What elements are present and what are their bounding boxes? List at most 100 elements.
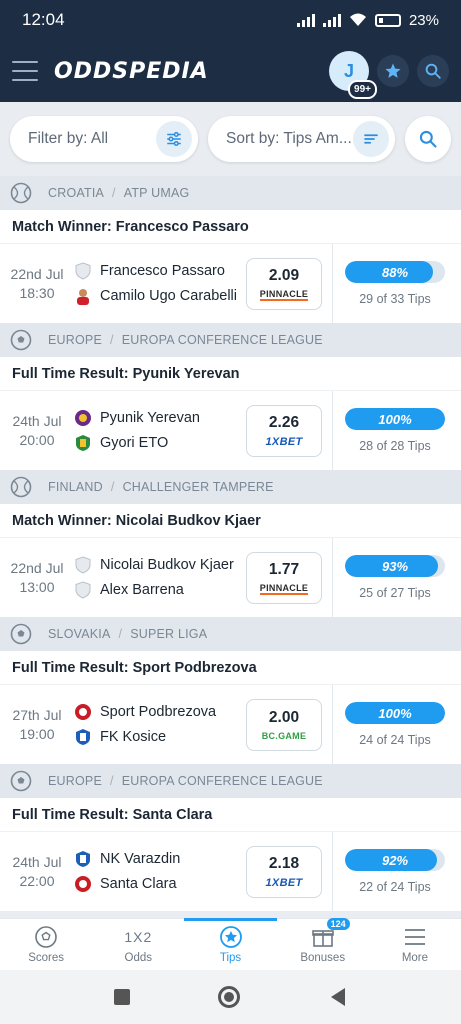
menu-icon[interactable] <box>12 61 38 81</box>
back-button[interactable] <box>329 987 347 1007</box>
match-row[interactable]: 27th Jul 19:00 Sport Podbrezova FK Kosice 2.… <box>0 685 461 764</box>
signal-icon-2 <box>322 13 341 27</box>
nav-item-bonuses[interactable]: 124 Bonuses <box>277 917 369 970</box>
tip-card: EUROPE / EUROPA CONFERENCE LEAGUE Full Time… <box>0 323 461 470</box>
divider <box>332 244 333 323</box>
team-crest-icon <box>74 728 92 746</box>
match-time: 22:00 <box>19 872 55 889</box>
status-bar: 12:04 23% <box>0 0 461 40</box>
tip-stats: 100% 28 of 28 Tips <box>345 408 445 453</box>
league-header[interactable]: EUROPE / EUROPA CONFERENCE LEAGUE <box>0 323 461 357</box>
app-logo[interactable]: ODDSPEDIA <box>54 59 209 84</box>
odds-glyph: 1X2 <box>124 928 153 945</box>
search-button[interactable] <box>417 55 449 87</box>
match-row[interactable]: 22nd Jul 18:30 Francesco Passaro Camilo Ugo… <box>0 244 461 323</box>
tip-stats: 93% 25 of 27 Tips <box>345 555 445 600</box>
nav-item-odds[interactable]: 1X2 Odds <box>92 919 184 970</box>
match-row[interactable]: 24th Jul 20:00 Pyunik Yerevan Gyori ETO 2.26… <box>0 391 461 470</box>
team-crest-icon <box>74 850 92 868</box>
match-row[interactable]: 22nd Jul 13:00 Nicolai Budkov Kjaer Alex Ba… <box>0 538 461 617</box>
home-button[interactable] <box>218 986 241 1008</box>
match-date: 24th Jul <box>12 853 62 870</box>
teams: Francesco Passaro Camilo Ugo Carabelli <box>74 262 246 305</box>
away-team: Camilo Ugo Carabelli <box>74 287 246 305</box>
home-team: Sport Podbrezova <box>74 703 246 721</box>
nav-item-scores[interactable]: Scores <box>0 919 92 970</box>
nav-label: Scores <box>28 951 64 964</box>
sort-dropdown[interactable]: Sort by: Tips Am... <box>208 116 395 162</box>
league-name: EUROPA CONFERENCE LEAGUE <box>121 333 323 347</box>
sort-icon[interactable] <box>353 121 389 157</box>
odds-button[interactable]: 2.18 1XBET <box>246 845 322 898</box>
match-datetime: 22nd Jul 13:00 <box>0 559 74 597</box>
bookmaker-logo: PINNACLE <box>259 288 309 301</box>
match-datetime: 24th Jul 20:00 <box>0 412 74 450</box>
odds-value: 1.77 <box>268 560 300 578</box>
odds-button[interactable]: 2.09 PINNACLE <box>246 257 322 310</box>
system-navigation <box>0 970 461 1024</box>
soccer-ball-icon <box>10 329 32 351</box>
tip-card: EUROPE / EUROPA CONFERENCE LEAGUE Full Time… <box>0 764 461 911</box>
avatar[interactable]: J 99+ <box>329 51 377 99</box>
breadcrumb-separator: / <box>110 333 114 347</box>
league-name: ATP UMAG <box>123 186 190 200</box>
signal-icon <box>296 13 315 27</box>
recents-button[interactable] <box>114 989 131 1005</box>
away-team-name: FK Kosice <box>100 729 167 745</box>
nav-label: More <box>401 951 429 964</box>
league-country: SLOVAKIA <box>48 627 111 641</box>
league-header[interactable]: FINLAND / CHALLENGER TAMPERE <box>0 470 461 504</box>
divider <box>332 832 333 911</box>
market-title[interactable]: Match Winner: Nicolai Budkov Kjaer <box>0 504 461 538</box>
search-icon <box>419 130 437 148</box>
league-country: FINLAND <box>48 480 103 494</box>
tips-count: 25 of 27 Tips <box>359 586 431 600</box>
nav-item-tips[interactable]: Tips <box>184 918 277 970</box>
league-country: CROATIA <box>48 186 105 200</box>
market-title[interactable]: Full Time Result: Pyunik Yerevan <box>0 357 461 391</box>
odds-button[interactable]: 1.77 PINNACLE <box>246 551 322 604</box>
team-crest-icon <box>74 287 92 305</box>
sort-label: Sort by: Tips Am... <box>226 130 352 147</box>
away-team: Santa Clara <box>74 875 246 893</box>
battery-percent: 23% <box>408 11 439 29</box>
odds-button[interactable]: 2.26 1XBET <box>246 404 322 457</box>
teams: Nicolai Budkov Kjaer Alex Barrena <box>74 556 246 599</box>
odds-button[interactable]: 2.00 BC.GAME <box>246 698 322 751</box>
league-header[interactable]: CROATIA / ATP UMAG <box>0 176 461 210</box>
favorites-button[interactable] <box>377 55 409 87</box>
league-header[interactable]: EUROPE / EUROPA CONFERENCE LEAGUE <box>0 764 461 798</box>
divider <box>332 538 333 617</box>
tips-feed: CROATIA / ATP UMAG Match Winner: Francesco … <box>0 176 461 911</box>
nav-item-more[interactable]: More <box>369 919 461 970</box>
odds-icon: 1X2 <box>124 926 153 948</box>
tip-percentage-label: 100% <box>378 411 412 427</box>
menu-icon <box>402 926 428 948</box>
status-icons: 23% <box>296 11 439 29</box>
soccer-ball-icon <box>10 623 32 645</box>
league-header[interactable]: SLOVAKIA / SUPER LIGA <box>0 617 461 651</box>
home-team: Nicolai Budkov Kjaer <box>74 556 246 574</box>
league-name: CHALLENGER TAMPERE <box>122 480 274 494</box>
filter-bar: Filter by: All Sort by: Tips Am... <box>0 102 461 176</box>
match-date: 24th Jul <box>12 412 62 429</box>
status-time: 12:04 <box>22 10 65 29</box>
tip-percentage-label: 88% <box>381 264 409 280</box>
league-name: SUPER LIGA <box>130 627 208 641</box>
market-title[interactable]: Full Time Result: Santa Clara <box>0 798 461 832</box>
team-crest-icon <box>74 262 92 280</box>
market-title[interactable]: Full Time Result: Sport Podbrezova <box>0 651 461 685</box>
filter-search-button[interactable] <box>405 116 451 162</box>
filter-dropdown[interactable]: Filter by: All <box>10 116 198 162</box>
bookmaker-logo: PINNACLE <box>259 582 309 595</box>
nav-label: Odds <box>124 951 153 964</box>
tip-card: SLOVAKIA / SUPER LIGA Full Time Result: Spo… <box>0 617 461 764</box>
sliders-icon[interactable] <box>156 121 192 157</box>
bookmaker-logo: 1XBET <box>265 876 303 889</box>
match-row[interactable]: 24th Jul 22:00 NK Varazdin Santa Clara 2.18 1… <box>0 832 461 911</box>
home-team: NK Varazdin <box>74 850 246 868</box>
divider <box>332 391 333 470</box>
market-title[interactable]: Match Winner: Francesco Passaro <box>0 210 461 244</box>
tip-stats: 88% 29 of 33 Tips <box>345 261 445 306</box>
tip-percentage-label: 100% <box>378 705 412 721</box>
